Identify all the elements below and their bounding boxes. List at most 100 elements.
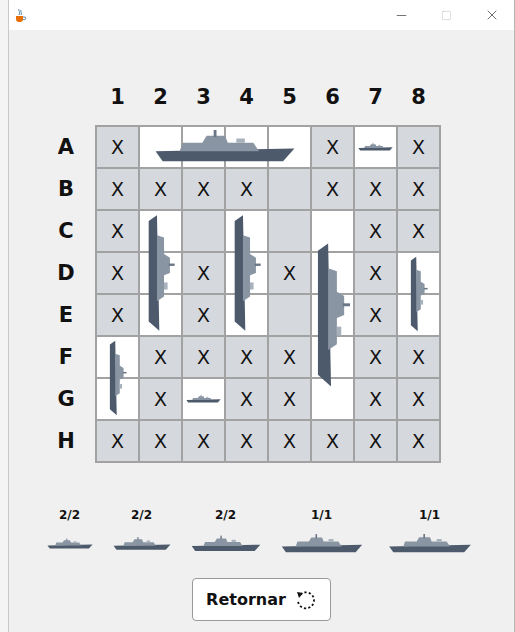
board-cell[interactable]: X: [97, 421, 138, 461]
ship: [183, 379, 224, 419]
board-cell[interactable]: X: [269, 253, 310, 293]
board-cell[interactable]: X: [97, 127, 138, 167]
return-button[interactable]: Retornar: [192, 578, 331, 621]
board-cell[interactable]: X: [226, 337, 267, 377]
ship: [312, 211, 353, 419]
board-cell[interactable]: X: [355, 211, 396, 251]
board-cell[interactable]: [140, 127, 181, 167]
board-cell[interactable]: X: [226, 379, 267, 419]
board-cell[interactable]: [226, 211, 267, 251]
board-cell[interactable]: [226, 295, 267, 335]
column-label: 7: [355, 82, 396, 125]
app-icon-box: [12, 7, 28, 23]
board-cell[interactable]: X: [398, 127, 439, 167]
board-cell[interactable]: X: [183, 253, 224, 293]
column-label: 2: [140, 82, 181, 125]
board-cell[interactable]: X: [355, 295, 396, 335]
warship-icon: [401, 256, 436, 332]
return-button-label: Retornar: [206, 590, 286, 609]
fleet-count: 2/2: [215, 508, 236, 522]
board-cell[interactable]: X: [97, 253, 138, 293]
warship-icon: [229, 214, 264, 332]
board-cell[interactable]: X: [183, 295, 224, 335]
board-cell[interactable]: [398, 295, 439, 335]
board-cell[interactable]: X: [183, 421, 224, 461]
board-cell[interactable]: X: [312, 127, 353, 167]
board-cell[interactable]: X: [355, 337, 396, 377]
fleet-icon-box: [47, 534, 93, 554]
board-cell[interactable]: X: [355, 379, 396, 419]
board-cell[interactable]: [226, 253, 267, 293]
fleet-item: 2/2: [47, 508, 93, 554]
board-cell[interactable]: X: [183, 169, 224, 209]
board-cell[interactable]: X: [312, 421, 353, 461]
ship: [97, 337, 138, 419]
board-cell[interactable]: X: [312, 169, 353, 209]
board-cell[interactable]: X: [355, 169, 396, 209]
background-window: [0, 0, 9, 632]
board-cell[interactable]: [140, 211, 181, 251]
board-cell[interactable]: X: [97, 169, 138, 209]
minimize-button[interactable]: [379, 0, 424, 30]
board-cell[interactable]: X: [140, 421, 181, 461]
fleet-icon-box: [113, 534, 171, 554]
board-cell[interactable]: [183, 127, 224, 167]
board-cell[interactable]: X: [355, 253, 396, 293]
fleet-count: 2/2: [59, 508, 80, 522]
ship: [355, 127, 396, 167]
board-cell[interactable]: X: [140, 337, 181, 377]
screen: 12345678ABCDEFGHXXXXXXXXXXXXXXXXXXXXXXXX…: [0, 0, 515, 632]
board-cell[interactable]: X: [398, 421, 439, 461]
board-cell[interactable]: [312, 295, 353, 335]
row-label: F: [45, 337, 95, 377]
board-cell[interactable]: [97, 379, 138, 419]
fleet-ship-icon: [47, 534, 93, 554]
board-cell[interactable]: X: [355, 421, 396, 461]
board-cell[interactable]: [398, 253, 439, 293]
board-cell[interactable]: [312, 253, 353, 293]
board-cell[interactable]: [312, 211, 353, 251]
fleet-icon-box: [281, 534, 363, 554]
board-cell[interactable]: [355, 127, 396, 167]
ship: [140, 211, 181, 335]
board-cell[interactable]: X: [183, 337, 224, 377]
fleet-ship-icon: [281, 534, 363, 554]
row-label: C: [45, 211, 95, 251]
row-label: E: [45, 295, 95, 335]
java-icon: [12, 7, 28, 23]
board-cell[interactable]: X: [398, 211, 439, 251]
warship-icon: [143, 130, 307, 164]
board-cell[interactable]: [183, 211, 224, 251]
board-cell[interactable]: [269, 211, 310, 251]
board-cell[interactable]: [226, 127, 267, 167]
maximize-button[interactable]: [424, 0, 469, 30]
board-cell[interactable]: [269, 127, 310, 167]
row-label: A: [45, 127, 95, 167]
board-cell[interactable]: X: [398, 337, 439, 377]
fleet-item: 2/2: [191, 508, 261, 554]
board-cell[interactable]: [140, 253, 181, 293]
board-cell[interactable]: X: [398, 379, 439, 419]
fleet-icon-box: [191, 534, 261, 554]
warship-icon: [186, 382, 221, 416]
board-cell[interactable]: [269, 169, 310, 209]
board-cell[interactable]: X: [398, 169, 439, 209]
board-cell[interactable]: X: [226, 169, 267, 209]
board-cell[interactable]: X: [97, 211, 138, 251]
board-cell[interactable]: [312, 337, 353, 377]
minimize-icon: [394, 8, 409, 23]
board-cell[interactable]: X: [269, 379, 310, 419]
board-cell[interactable]: [312, 379, 353, 419]
board-cell[interactable]: X: [269, 337, 310, 377]
column-label: 3: [183, 82, 224, 125]
board-cell[interactable]: X: [140, 169, 181, 209]
close-button[interactable]: [469, 0, 514, 30]
board-cell[interactable]: X: [97, 295, 138, 335]
board-cell[interactable]: X: [269, 421, 310, 461]
board-cell[interactable]: [97, 337, 138, 377]
board-cell[interactable]: [183, 379, 224, 419]
board-cell[interactable]: [140, 295, 181, 335]
board-cell[interactable]: [269, 295, 310, 335]
board-cell[interactable]: X: [140, 379, 181, 419]
board-cell[interactable]: X: [226, 421, 267, 461]
